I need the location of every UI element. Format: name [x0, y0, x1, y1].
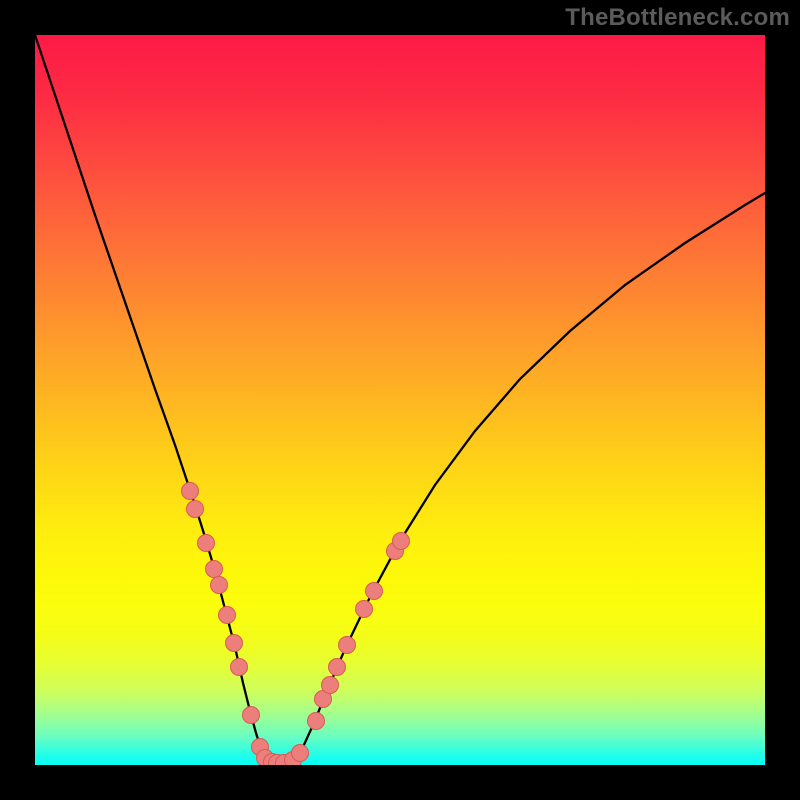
highlight-dot	[198, 535, 215, 552]
chart-frame: TheBottleneck.com	[0, 0, 800, 800]
highlight-dot	[226, 635, 243, 652]
highlight-dot	[219, 607, 236, 624]
plot-area	[35, 35, 765, 765]
highlight-dot	[211, 577, 228, 594]
highlight-dots-layer	[35, 35, 765, 765]
highlight-dot	[231, 659, 248, 676]
highlight-dot	[322, 677, 339, 694]
highlight-dot	[292, 745, 309, 762]
watermark-text: TheBottleneck.com	[565, 4, 790, 32]
highlight-dot	[182, 483, 199, 500]
highlight-dot	[393, 533, 410, 550]
highlight-dot	[308, 713, 325, 730]
highlight-dots-group	[182, 483, 410, 766]
highlight-dot	[206, 561, 223, 578]
highlight-dot	[366, 583, 383, 600]
highlight-dot	[329, 659, 346, 676]
highlight-dot	[339, 637, 356, 654]
highlight-dot	[187, 501, 204, 518]
highlight-dot	[243, 707, 260, 724]
highlight-dot	[356, 601, 373, 618]
